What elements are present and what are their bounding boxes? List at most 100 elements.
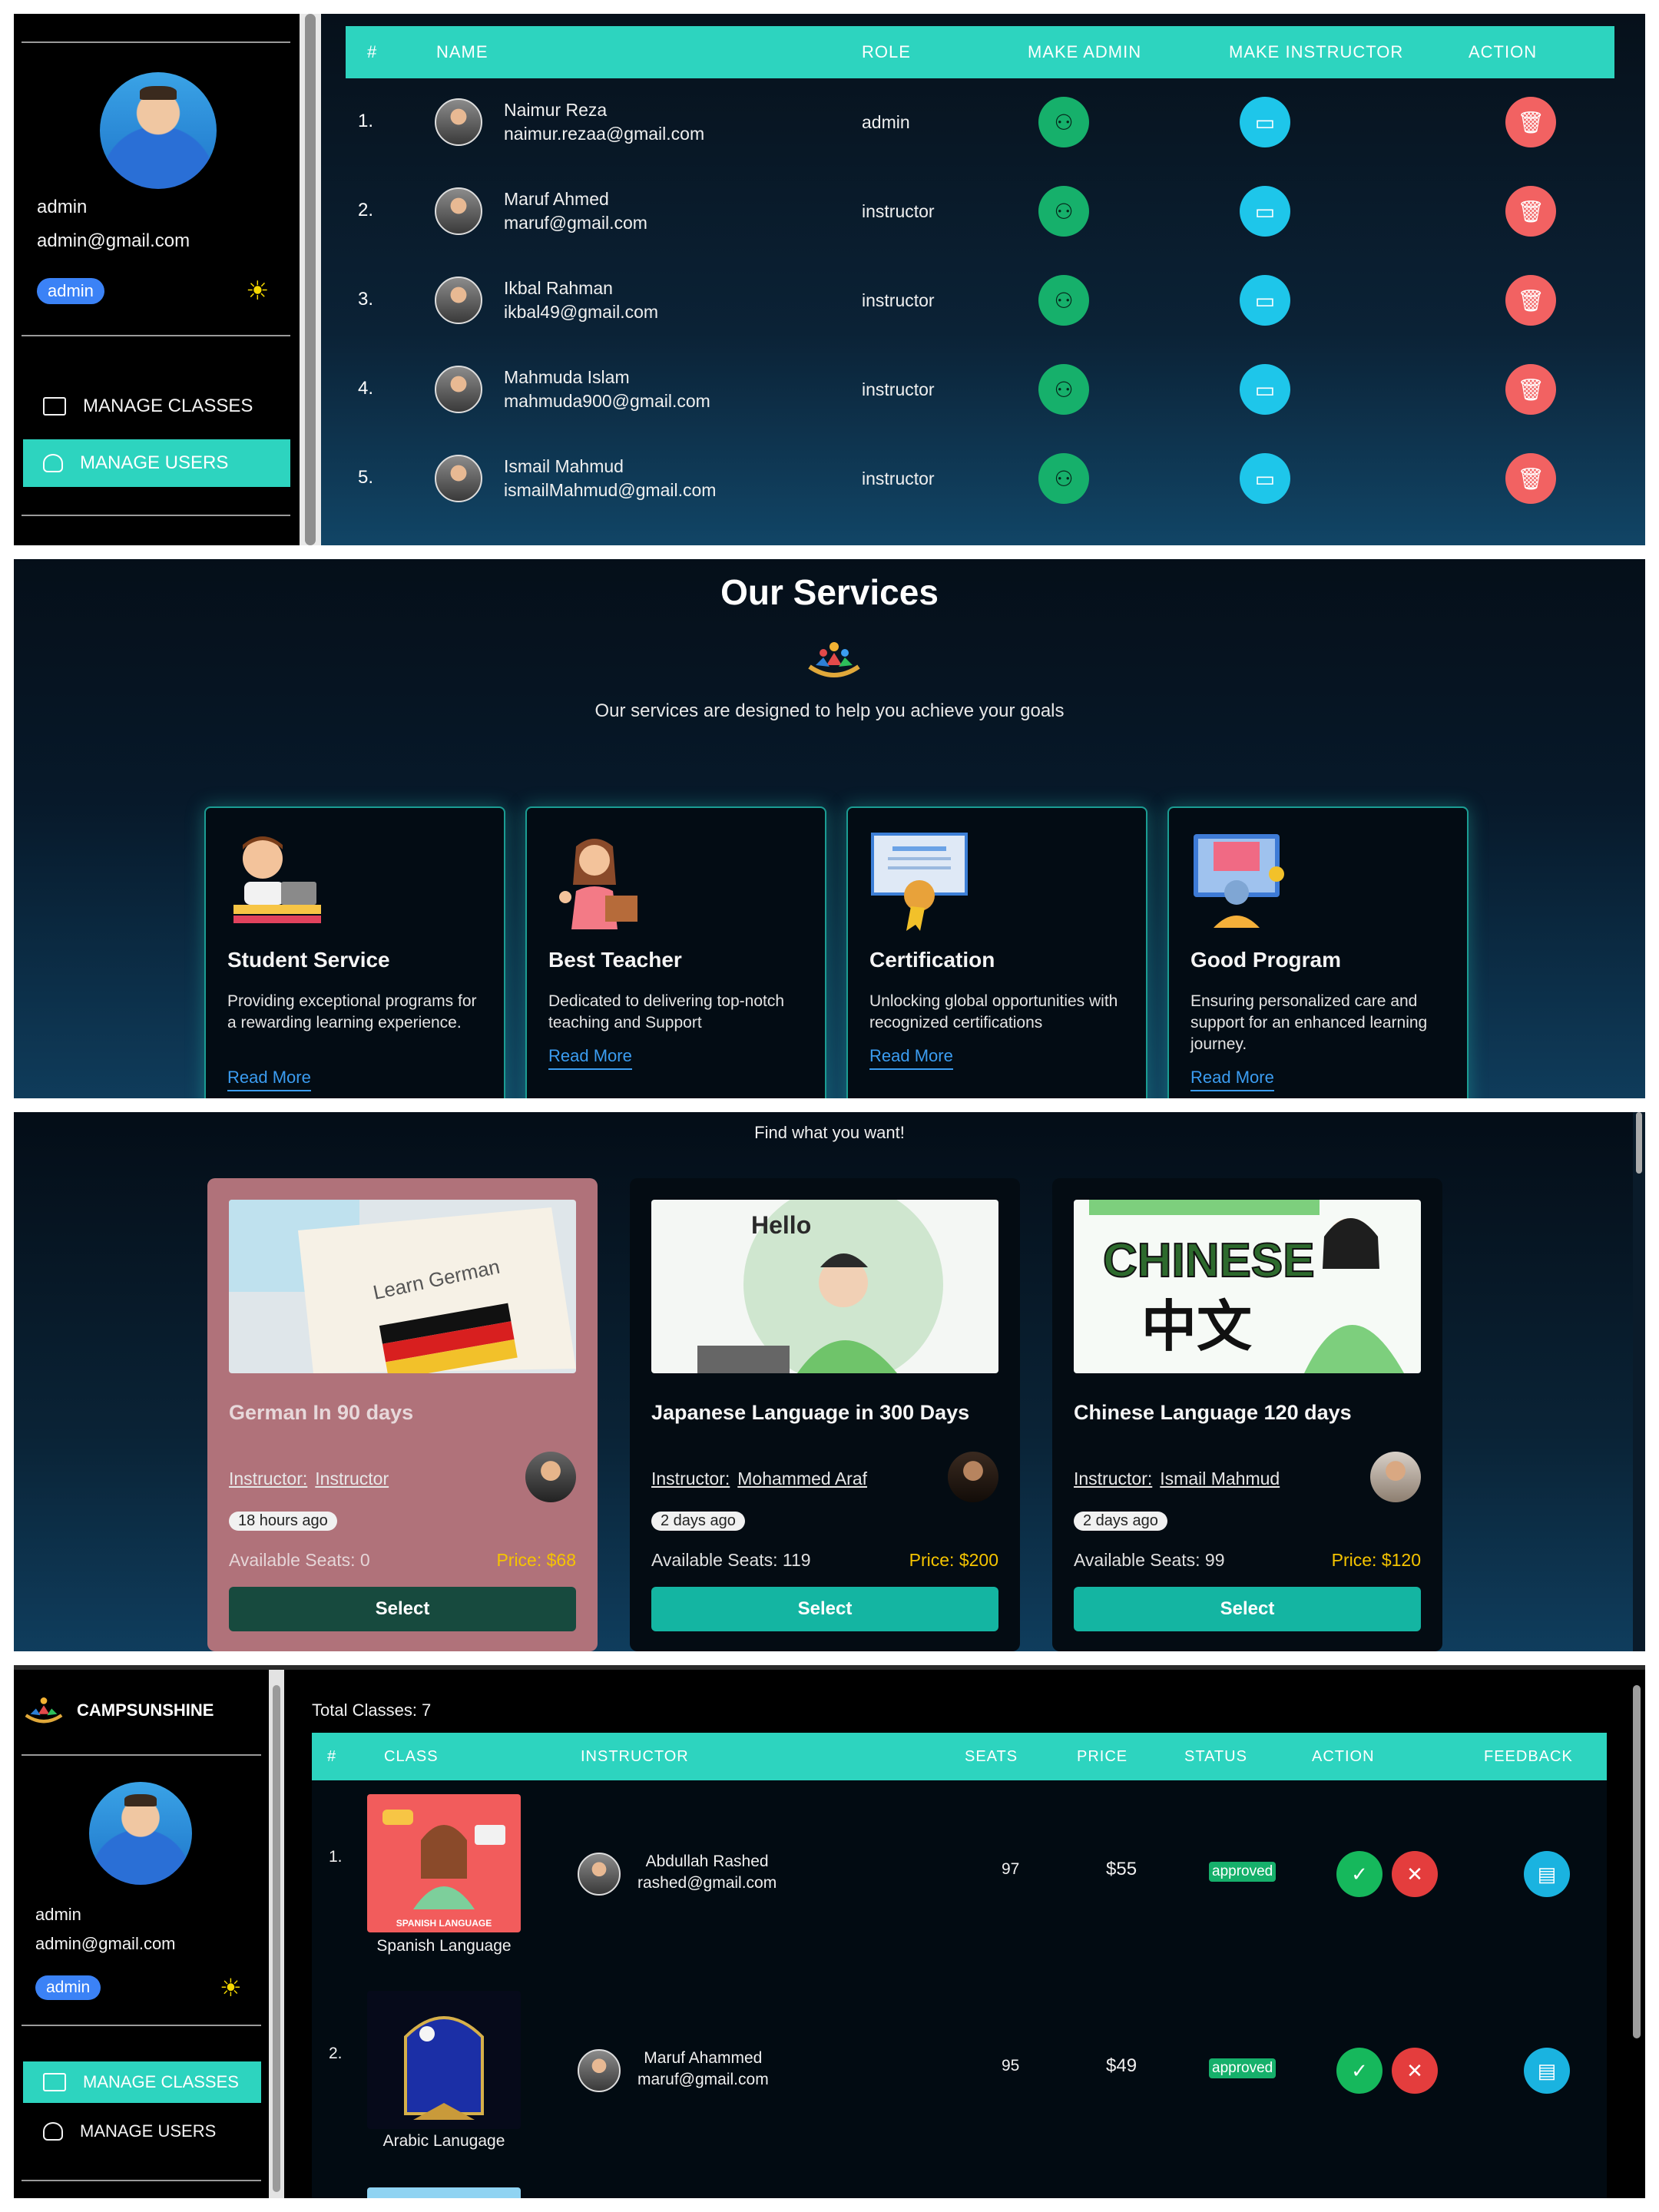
- scroll-thumb[interactable]: [1633, 1685, 1641, 2038]
- delete-user-button[interactable]: 🗑: [1505, 275, 1556, 326]
- user-email: ikbal49@gmail.com: [504, 302, 659, 322]
- instructor-name[interactable]: Instructor: [315, 1469, 389, 1488]
- teacher-icon: [559, 839, 637, 929]
- seats: 95: [1002, 2057, 1020, 2075]
- approve-button[interactable]: ✓: [1336, 2048, 1382, 2094]
- feedback-button[interactable]: ▤: [1524, 1851, 1570, 1897]
- feedback-button[interactable]: ▤: [1524, 2048, 1570, 2094]
- chalkboard-icon: ▭: [1254, 288, 1276, 313]
- services-screenshot: Our Services Our services are designed t…: [14, 559, 1645, 1098]
- make-instructor-button[interactable]: ▭: [1240, 275, 1290, 326]
- read-more-link[interactable]: Read More: [869, 1046, 953, 1070]
- classes-table-area: Total Classes: 7 # CLASS INSTRUCTOR SEAT…: [284, 1670, 1645, 2198]
- sidebar-scrollbar[interactable]: [269, 1670, 284, 2198]
- check-icon: ✓: [1351, 2058, 1368, 2082]
- make-admin-button[interactable]: ⚇: [1038, 97, 1089, 147]
- service-title: Student Service: [227, 948, 390, 972]
- service-desc: Dedicated to delivering top-notch teachi…: [548, 992, 785, 1031]
- delete-user-button[interactable]: 🗑: [1505, 186, 1556, 237]
- service-card: Student Service Providing exceptional pr…: [204, 806, 505, 1098]
- instructor-avatar: [578, 2049, 621, 2092]
- make-instructor-button[interactable]: ▭: [1240, 364, 1290, 415]
- user-role: instructor: [862, 469, 935, 488]
- user-name: Mahmuda Islam: [504, 367, 630, 387]
- sun-icon[interactable]: ☀: [220, 1975, 242, 2000]
- nav-manage-classes[interactable]: MANAGE CLASSES: [23, 382, 290, 430]
- table-row: 2. Maruf Ahmed maruf@gmail.com instructor ⚇ ▭…: [321, 167, 1645, 257]
- class-price: Price: $120: [1331, 1550, 1421, 1570]
- make-instructor-button[interactable]: ▭: [1240, 186, 1290, 237]
- make-instructor-button[interactable]: ▭: [1240, 453, 1290, 504]
- table-scrollbar[interactable]: [1631, 1685, 1642, 2146]
- scroll-thumb[interactable]: [273, 1685, 280, 2192]
- nav-manage-users[interactable]: MANAGE USERS: [23, 2111, 261, 2152]
- sidebar-scrollbar[interactable]: [300, 14, 321, 545]
- make-instructor-button[interactable]: ▭: [1240, 97, 1290, 147]
- class-card: Hello Japanese Language in 300 Days Inst…: [630, 1178, 1020, 1651]
- deny-button[interactable]: ✕: [1392, 2048, 1438, 2094]
- user-email: naimur.rezaa@gmail.com: [504, 124, 705, 144]
- make-admin-button[interactable]: ⚇: [1038, 453, 1089, 504]
- thumbnail-text: SPANISH LANGUAGE: [396, 1918, 492, 1929]
- row-index: 2.: [329, 2045, 343, 2062]
- table-header: # NAME ROLE MAKE ADMIN MAKE INSTRUCTOR A…: [346, 26, 1614, 78]
- role-badge: admin: [35, 1975, 101, 2000]
- delete-user-button[interactable]: 🗑: [1505, 364, 1556, 415]
- scroll-thumb[interactable]: [305, 14, 316, 545]
- header-index: #: [327, 1748, 337, 1765]
- user-email: mahmuda900@gmail.com: [504, 391, 710, 411]
- row-index: 4.: [358, 378, 374, 399]
- nav-manage-users[interactable]: MANAGE USERS: [23, 439, 290, 487]
- deny-button[interactable]: ✕: [1392, 1851, 1438, 1897]
- manage-classes-screenshot: CAMPSUNSHINE admin admin@gmail.com admin…: [14, 1665, 1645, 2198]
- trash-icon: 🗑: [1517, 199, 1545, 224]
- camp-logo-icon: [25, 1697, 63, 1724]
- avatar: [100, 72, 217, 189]
- brand-name[interactable]: CAMPSUNSHINE: [77, 1700, 214, 1720]
- header-instructor: INSTRUCTOR: [581, 1748, 689, 1765]
- sun-icon[interactable]: ☀: [246, 278, 269, 304]
- make-admin-button[interactable]: ⚇: [1038, 364, 1089, 415]
- class-title: German In 90 days: [229, 1401, 414, 1424]
- user-email: admin@gmail.com: [37, 230, 190, 251]
- instructor-name[interactable]: Ismail Mahmud: [1160, 1469, 1280, 1488]
- service-card: Certification Unlocking global opportuni…: [846, 806, 1147, 1098]
- read-more-link[interactable]: Read More: [548, 1046, 632, 1070]
- available-seats: Available Seats: 99: [1074, 1550, 1225, 1570]
- read-more-link[interactable]: Read More: [227, 1068, 311, 1091]
- user-info: Maruf Ahmed maruf@gmail.com: [504, 187, 647, 235]
- delete-user-button[interactable]: 🗑: [1505, 453, 1556, 504]
- certificate-icon: [871, 833, 968, 931]
- read-more-link[interactable]: Read More: [1190, 1068, 1274, 1091]
- select-button[interactable]: Select: [1074, 1587, 1421, 1631]
- user-avatar: [435, 455, 482, 502]
- approve-button[interactable]: ✓: [1336, 1851, 1382, 1897]
- select-button[interactable]: Select: [651, 1587, 998, 1631]
- service-card: Good Program Ensuring personalized care …: [1167, 806, 1469, 1098]
- spanish-class-thumbnail: SPANISH LANGUAGE: [367, 1794, 521, 1932]
- make-admin-button[interactable]: ⚇: [1038, 186, 1089, 237]
- class-name: Arabic Lanugage: [382, 2132, 505, 2150]
- user-role: instructor: [862, 379, 935, 399]
- user-name: Ikbal Rahman: [504, 278, 613, 298]
- make-admin-button[interactable]: ⚇: [1038, 275, 1089, 326]
- instructor-info: Maruf Ahammed maruf@gmail.com: [637, 2048, 769, 2091]
- header-index: #: [367, 42, 378, 61]
- nav-label: MANAGE USERS: [80, 2121, 217, 2141]
- languages-world-image: Hello: [651, 1200, 998, 1373]
- delete-user-button[interactable]: 🗑: [1505, 97, 1556, 147]
- page-scrollbar[interactable]: [1633, 1112, 1645, 1651]
- service-desc: Unlocking global opportunities with reco…: [869, 992, 1118, 1031]
- chalkboard-icon: ▭: [1254, 110, 1276, 134]
- instructor-email: rashed@gmail.com: [637, 1874, 777, 1892]
- nav-manage-classes[interactable]: MANAGE CLASSES: [23, 2061, 261, 2103]
- instructor-name[interactable]: Mohammed Araf: [737, 1469, 867, 1488]
- trash-icon: 🗑: [1517, 288, 1545, 313]
- user-info: Ikbal Rahman ikbal49@gmail.com: [504, 276, 658, 324]
- scroll-thumb[interactable]: [1636, 1112, 1642, 1174]
- instructor-avatar: [525, 1452, 576, 1502]
- status-badge: approved: [1209, 2058, 1277, 2078]
- select-button[interactable]: Select: [229, 1587, 576, 1631]
- class-title: Japanese Language in 300 Days: [651, 1401, 970, 1424]
- classes-table-body: 1. SPANISH LANGUAGE Spanish Language Abd…: [312, 1780, 1607, 2198]
